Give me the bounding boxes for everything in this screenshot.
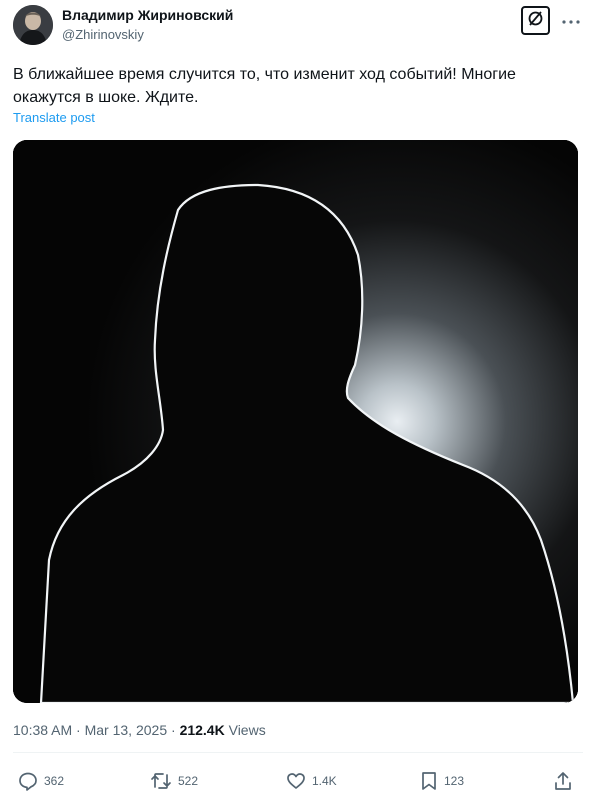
tweet-image[interactable] — [13, 140, 578, 703]
tweet-date[interactable]: Mar 13, 2025 — [85, 722, 168, 738]
views-count: 212.4K — [179, 722, 225, 738]
bookmark-icon — [420, 771, 438, 791]
tweet-time[interactable]: 10:38 AM — [13, 722, 72, 738]
bookmark-button[interactable]: 123 — [420, 770, 464, 792]
more-options-button[interactable] — [561, 12, 581, 28]
more-icon — [562, 11, 580, 29]
divider — [13, 752, 583, 753]
author-handle[interactable]: @Zhirinovskiy — [62, 27, 144, 43]
reply-count: 362 — [44, 774, 65, 788]
grok-button[interactable] — [521, 6, 550, 35]
repost-count: 522 — [178, 774, 199, 788]
views-label: Views — [224, 722, 266, 738]
translate-post-link[interactable]: Translate post — [13, 110, 95, 126]
share-button[interactable] — [553, 770, 573, 792]
repost-button[interactable]: 522 — [150, 770, 198, 792]
like-count: 1.4K — [312, 774, 337, 788]
grok-icon — [527, 10, 544, 32]
author-display-name[interactable]: Владимир Жириновский — [62, 7, 233, 24]
reply-icon — [18, 771, 38, 791]
like-button[interactable]: 1.4K — [286, 770, 337, 792]
tweet-text: В ближайшее время случится то, что измен… — [13, 66, 516, 106]
repost-icon — [150, 771, 172, 791]
reply-button[interactable]: 362 — [18, 770, 64, 792]
bookmark-count: 123 — [444, 774, 465, 788]
like-icon — [286, 771, 306, 791]
tweet-meta: 10:38 AM · Mar 13, 2025 · 212.4K Views — [13, 722, 266, 738]
share-icon — [553, 771, 573, 791]
avatar[interactable] — [13, 5, 53, 45]
